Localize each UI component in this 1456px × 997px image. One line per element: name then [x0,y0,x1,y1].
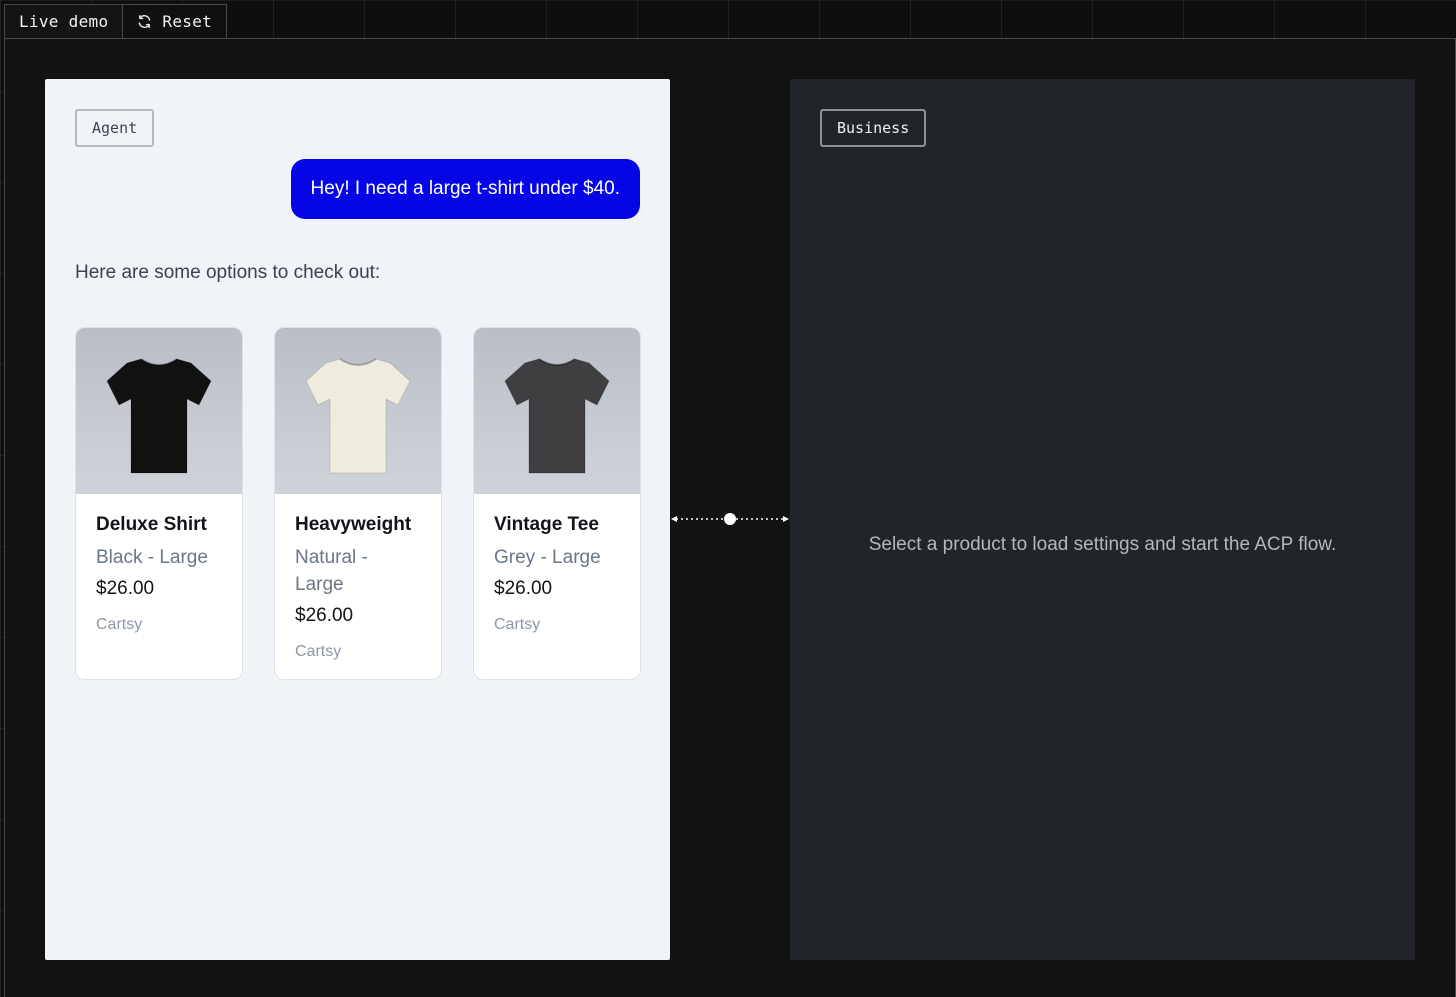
product-image [275,328,441,494]
product-seller: Cartsy [494,616,541,633]
product-name: Heavyweight [295,514,412,535]
product-price: $26.00 [295,605,354,626]
business-label: Business [820,109,927,147]
tab-live-demo-label: Live demo [19,12,109,31]
agent-label: Agent [75,109,155,147]
product-seller: Cartsy [295,643,342,660]
product-price: $26.00 [494,578,553,599]
tshirt-icon [106,358,212,474]
product-name: Vintage Tee [494,514,599,535]
tab-live-demo[interactable]: Live demo [4,4,123,38]
tshirt-icon [504,358,610,474]
product-price: $26.00 [96,578,155,599]
reset-button-label: Reset [162,12,213,31]
product-image [474,328,640,494]
agent-reply-text: Here are some options to check out: [75,262,381,283]
page: Live demo Reset Agent Hey! I need a larg… [0,0,1456,997]
product-card[interactable]: Heavyweight Natural - Large $26.00 Carts… [274,327,442,680]
product-variant: Grey - Large [494,547,601,568]
top-tab-bar: Live demo Reset [4,4,228,38]
demo-stage: Agent Hey! I need a large t-shirt under … [4,38,1456,997]
agent-business-connector [671,513,789,525]
business-panel: Business Select a product to load settin… [790,79,1415,960]
reset-button[interactable]: Reset [122,4,228,38]
product-card-list: Deluxe Shirt Black - Large $26.00 Cartsy [75,327,641,680]
product-variant: Black - Large [96,547,208,568]
product-variant: Natural - Large [295,547,368,595]
product-seller: Cartsy [96,616,143,633]
product-name: Deluxe Shirt [96,514,207,535]
agent-panel: Agent Hey! I need a large t-shirt under … [45,79,670,960]
refresh-icon [137,14,152,29]
product-card[interactable]: Vintage Tee Grey - Large $26.00 Cartsy [473,327,641,680]
user-message-bubble: Hey! I need a large t-shirt under $40. [290,159,640,219]
business-empty-message: Select a product to load settings and st… [868,534,1337,555]
product-card[interactable]: Deluxe Shirt Black - Large $26.00 Cartsy [75,327,243,680]
product-image [76,328,242,494]
tshirt-icon [305,358,411,474]
